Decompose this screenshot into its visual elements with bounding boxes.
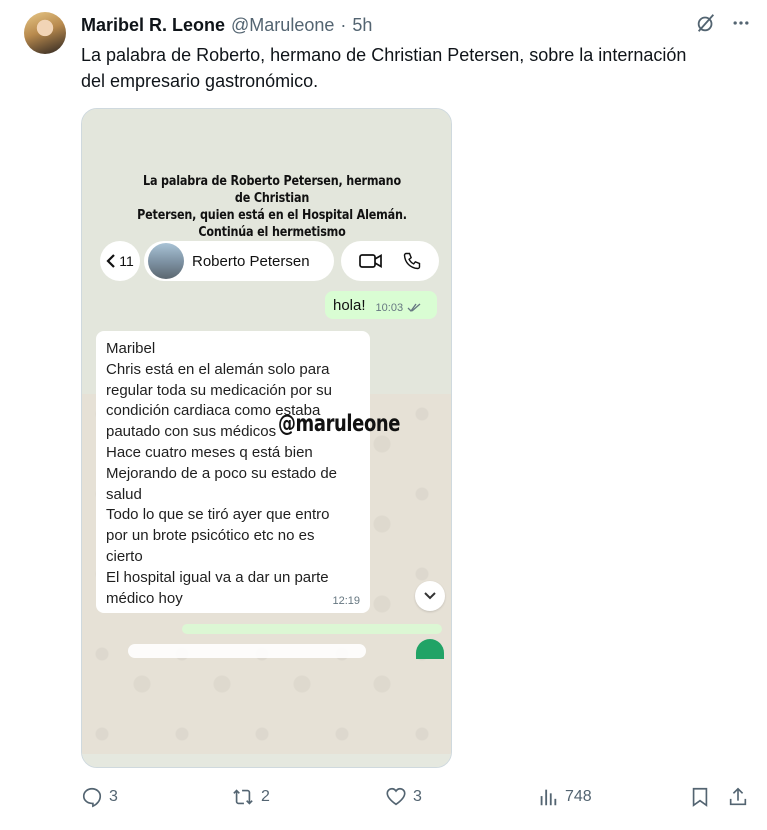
received-message: Maribel Chris está en el alemán solo para…	[96, 331, 370, 613]
image-headline: La palabra de Roberto Petersen, hermano …	[134, 173, 409, 241]
tweet: Maribel R. Leone @Maruleone · 5h La pala…	[0, 0, 767, 830]
reply-count: 3	[109, 788, 118, 805]
reply-button[interactable]: 3	[81, 786, 118, 808]
received-message-line: regular toda su medicación por su	[106, 381, 332, 399]
like-count: 3	[413, 788, 422, 805]
sent-message-text: hola!	[333, 296, 366, 314]
tweet-header: Maribel R. Leone @Maruleone · 5h	[81, 13, 372, 37]
chat-back-button: 11	[100, 241, 140, 281]
share-icon	[729, 787, 747, 806]
received-message-line: cierto	[106, 547, 143, 565]
unread-count: 11	[119, 253, 134, 269]
watermark: @maruleone	[278, 411, 401, 437]
share-button[interactable]	[727, 786, 749, 808]
phone-icon	[403, 252, 420, 270]
like-button[interactable]: 3	[385, 786, 422, 808]
heart-icon	[386, 787, 406, 806]
received-message-text: Maribel Chris está en el alemán solo para…	[106, 339, 360, 609]
video-call-icon	[358, 254, 382, 268]
top-icons	[695, 12, 751, 34]
repost-icon	[233, 789, 253, 805]
view-count: 748	[565, 788, 592, 805]
received-message-line: Maribel	[106, 340, 156, 357]
contact-avatar	[148, 243, 184, 279]
headline-line: Continúa el hermetismo	[198, 225, 346, 240]
received-message-line: por un brote psicótico etc no es	[106, 527, 315, 545]
mic-button	[416, 639, 444, 659]
received-message-line: médico hoy	[106, 589, 183, 607]
views-button[interactable]: 748	[537, 786, 592, 808]
chevron-down-icon	[424, 592, 436, 600]
views-icon	[540, 789, 557, 806]
headline-line: La palabra de Roberto Petersen, hermano …	[143, 174, 401, 206]
scroll-down-button	[415, 581, 445, 611]
tweet-text-line: La palabra de Roberto, hermano de Christ…	[81, 45, 687, 65]
sent-message-time: 10:03	[375, 302, 404, 314]
received-message-line: salud	[106, 485, 142, 503]
timestamp[interactable]: 5h	[352, 15, 372, 36]
partial-next-message	[182, 624, 442, 634]
repost-count: 2	[261, 788, 270, 805]
received-message-line: Chris está en el alemán solo para	[106, 360, 330, 378]
grok-icon[interactable]	[695, 12, 717, 34]
author-handle[interactable]: @Maruleone	[231, 15, 334, 36]
avatar[interactable]	[24, 12, 66, 54]
double-check-icon	[407, 303, 421, 313]
action-bar: 3 2 3 748	[81, 786, 753, 810]
chat-call-buttons	[341, 241, 439, 281]
received-message-line: El hospital igual va a dar un parte	[106, 568, 329, 586]
more-icon[interactable]	[731, 13, 751, 33]
received-message-line: Mejorando de a poco su estado de	[106, 464, 337, 482]
received-message-time: 12:19	[332, 595, 360, 607]
tweet-media-image[interactable]: La palabra de Roberto Petersen, hermano …	[81, 108, 452, 768]
bookmark-button[interactable]	[689, 786, 711, 808]
separator-dot: ·	[340, 14, 347, 35]
reply-icon	[82, 787, 102, 808]
author-name[interactable]: Maribel R. Leone	[81, 15, 225, 36]
tweet-text-line: del empresario gastronómico.	[81, 71, 319, 91]
bookmark-icon	[692, 787, 708, 807]
chat-input-bar	[128, 644, 366, 658]
repost-button[interactable]: 2	[231, 786, 270, 808]
tweet-text: La palabra de Roberto, hermano de Christ…	[81, 42, 741, 94]
received-message-line: Todo lo que se tiró ayer que entro	[106, 506, 330, 524]
chevron-left-icon	[106, 254, 115, 268]
chat-contact: Roberto Petersen	[144, 241, 334, 281]
sent-message: hola! 10:03	[325, 291, 437, 319]
headline-line: Petersen, quien está en el Hospital Alem…	[137, 208, 407, 223]
media-bottom-area	[82, 754, 451, 767]
received-message-line: Hace cuatro meses q está bien	[106, 443, 313, 461]
contact-name: Roberto Petersen	[192, 252, 310, 270]
